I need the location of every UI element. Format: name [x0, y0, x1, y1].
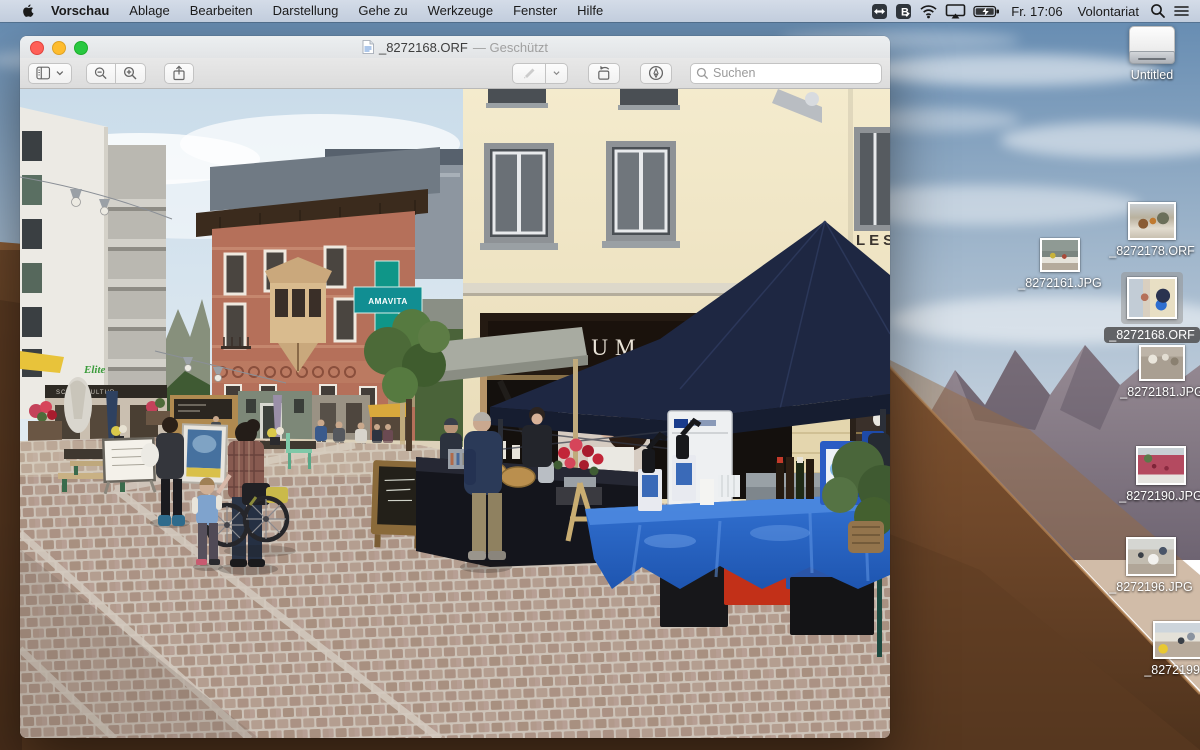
les-sign: LES — [856, 232, 890, 249]
file-thumbnail — [1128, 202, 1176, 240]
window — [480, 143, 558, 250]
file-label: _8272199.J — [1139, 662, 1200, 678]
desktop-file-8272196[interactable]: _8272196.JPG — [1106, 537, 1196, 595]
document-icon — [362, 40, 374, 54]
airplay-display-icon[interactable] — [945, 3, 966, 19]
file-label: _8272168.ORF — [1104, 327, 1199, 343]
desktop-file-8272199[interactable]: _8272199.J — [1132, 621, 1200, 678]
chevron-down-icon — [56, 70, 64, 76]
markup-toolbar-button[interactable] — [640, 63, 672, 84]
file-label: _8272161.JPG — [1013, 275, 1106, 291]
window-title-status: — Geschützt — [473, 40, 548, 55]
b-check-icon[interactable]: B — [895, 3, 912, 20]
file-label: _8272196.JPG — [1104, 579, 1197, 595]
file-label: _8272178.ORF — [1104, 243, 1199, 259]
window-titlebar[interactable]: _8272168.ORF — Geschützt — [20, 36, 890, 58]
desktop-file-8272190[interactable]: _8272190.JPG — [1116, 446, 1200, 504]
menu-ablage[interactable]: Ablage — [119, 0, 179, 22]
menu-hilfe[interactable]: Hilfe — [567, 0, 613, 22]
window-toolbar — [20, 58, 890, 89]
desktop-file-8272181[interactable]: _8272181.JPG — [1118, 345, 1200, 400]
battery-charging-icon[interactable] — [973, 5, 1000, 18]
menubar-user[interactable]: Volontariat — [1074, 4, 1143, 19]
selection-highlight — [1121, 272, 1183, 324]
desktop-file-8272161[interactable]: _8272161.JPG — [1019, 238, 1101, 291]
file-thumbnail — [1136, 446, 1186, 485]
volume-label: Untitled — [1126, 67, 1178, 83]
file-label: _8272181.JPG — [1115, 384, 1200, 400]
annotate-pencil-button[interactable] — [512, 63, 546, 84]
toolbar-search — [690, 63, 882, 84]
desktop-file-8272178[interactable]: _8272178.ORF — [1108, 202, 1196, 259]
minimize-button[interactable] — [52, 41, 66, 55]
elite-sign: Elite — [83, 364, 106, 376]
menu-werkzeuge[interactable]: Werkzeuge — [418, 0, 504, 22]
photo-content-area: Elite SCHLAFKULTUR — [20, 89, 890, 738]
close-button[interactable] — [30, 41, 44, 55]
zoom-in-button[interactable] — [116, 63, 146, 84]
chevron-down-icon — [553, 70, 560, 76]
menu-bar: Vorschau Ablage Bearbeiten Darstellung G… — [0, 0, 1200, 22]
preview-window: _8272168.ORF — Geschützt — [20, 36, 890, 738]
menu-gehe-zu[interactable]: Gehe zu — [348, 0, 417, 22]
file-thumbnail — [1126, 537, 1176, 576]
window — [602, 141, 680, 248]
window-title: _8272168.ORF — [379, 40, 468, 55]
menu-fenster[interactable]: Fenster — [503, 0, 567, 22]
zoom-button[interactable] — [74, 41, 88, 55]
wifi-icon[interactable] — [919, 4, 938, 19]
window — [854, 127, 890, 231]
desktop-file-8272168[interactable]: _8272168.ORF — [1108, 272, 1196, 343]
traffic-lights — [30, 41, 88, 55]
search-input[interactable] — [690, 63, 882, 84]
file-thumbnail — [1127, 277, 1177, 319]
external-drive-icon — [1129, 26, 1175, 64]
search-icon — [696, 67, 709, 80]
file-thumbnail — [1139, 345, 1185, 381]
menu-darstellung[interactable]: Darstellung — [263, 0, 349, 22]
annotate-dropdown-button[interactable] — [546, 63, 568, 84]
teamviewer-icon[interactable] — [871, 3, 888, 20]
file-label: _8272190.JPG — [1114, 488, 1200, 504]
share-button[interactable] — [164, 63, 194, 84]
zoom-out-button[interactable] — [86, 63, 116, 84]
desktop-volume-untitled[interactable]: Untitled — [1112, 26, 1192, 83]
pharmacy-sign-text: AMAVITA — [368, 297, 408, 306]
poster-board — [181, 424, 227, 484]
photo-street-scene: Elite SCHLAFKULTUR — [20, 89, 890, 738]
spotlight-icon[interactable] — [1150, 3, 1166, 19]
rotate-left-button[interactable] — [588, 63, 620, 84]
sidebar-view-button[interactable] — [28, 63, 72, 84]
menubar-clock[interactable]: Fr. 17:06 — [1007, 4, 1066, 19]
menu-bearbeiten[interactable]: Bearbeiten — [180, 0, 263, 22]
apple-menu-icon[interactable] — [20, 3, 35, 19]
notification-center-icon[interactable] — [1173, 4, 1190, 18]
file-thumbnail — [1040, 238, 1080, 272]
menu-vorschau[interactable]: Vorschau — [41, 0, 119, 22]
svg-text:B: B — [901, 6, 909, 18]
file-thumbnail — [1153, 621, 1200, 659]
white-apartment-building: Elite SCHLAFKULTUR — [20, 107, 167, 442]
